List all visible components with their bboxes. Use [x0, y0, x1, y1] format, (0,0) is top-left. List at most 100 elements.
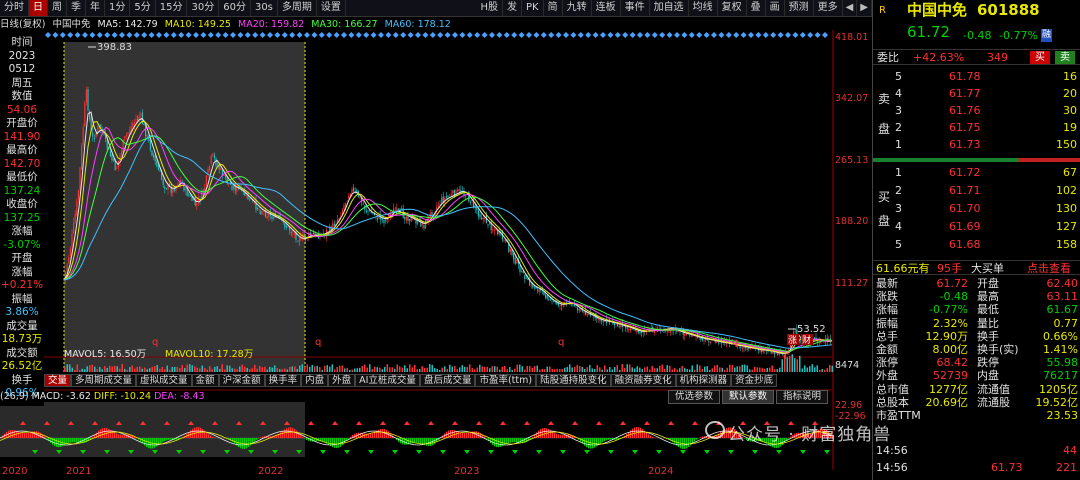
period-tab-12[interactable]: 设置	[317, 0, 346, 16]
indicator-tab-0[interactable]: 交量	[44, 374, 72, 387]
bid-row[interactable]: 2 61.71 102	[873, 184, 1080, 197]
period-tab-7[interactable]: 15分	[156, 0, 188, 16]
event-diamond	[45, 32, 51, 38]
volume-bar	[321, 369, 323, 372]
candle-body	[346, 200, 348, 202]
macd-value: MACD: -3.62	[31, 391, 91, 402]
big-order-link[interactable]: 点击查看	[1027, 262, 1071, 275]
ask-row[interactable]: 1 61.73 150	[873, 138, 1080, 151]
volume-bar	[96, 368, 98, 372]
arrow-left-icon[interactable]: ◀	[843, 0, 858, 16]
volume-bar	[179, 368, 181, 372]
volume-bar	[464, 366, 466, 372]
candle-body	[354, 190, 356, 192]
info-close: 137.25	[3, 211, 41, 224]
volume-bar	[789, 355, 791, 372]
info-amt-label: 成交额	[6, 346, 38, 359]
ask-row[interactable]: 4 61.77 20	[873, 87, 1080, 100]
toolbar-button-3[interactable]: 简	[544, 0, 563, 16]
bid-row[interactable]: 3 61.70 130	[873, 202, 1080, 215]
info-close-label: 收盘价	[6, 198, 38, 210]
macd-bar	[354, 433, 356, 438]
event-diamond	[304, 32, 310, 38]
period-tab-8[interactable]: 30分	[187, 0, 220, 16]
indicator-tab-11[interactable]: 陆股通持股变化	[536, 374, 611, 387]
period-tab-1[interactable]: 日	[29, 0, 48, 16]
year-label: 2024	[648, 466, 674, 477]
macd-bar	[514, 438, 516, 443]
volume-bar	[709, 369, 711, 372]
macd-bar	[694, 438, 696, 442]
period-tab-0[interactable]: 分时	[0, 0, 29, 16]
bid-row[interactable]: 1 61.72 67	[873, 166, 1080, 179]
volume-bar	[694, 369, 696, 372]
indicator-tab-8[interactable]: AI立桩成交量	[355, 374, 420, 387]
indicator-tab-2[interactable]: 虚拟成交量	[136, 374, 192, 387]
toolbar-button-6[interactable]: 事件	[621, 0, 650, 16]
period-tab-5[interactable]: 1分	[105, 0, 131, 16]
toolbar-button-1[interactable]: 发	[503, 0, 522, 16]
indicator-tab-4[interactable]: 沪深金额	[218, 374, 265, 387]
indicator-tab-12[interactable]: 融资融券变化	[610, 374, 676, 387]
volume-bar	[724, 369, 726, 372]
toolbar-button-12[interactable]: 预测	[785, 0, 814, 16]
indicator-tab-14[interactable]: 资金抄底	[731, 374, 778, 387]
bid-row[interactable]: 5 61.68 158	[873, 238, 1080, 251]
stat-row: 金额 8.00亿 换手(实) 1.41%	[873, 343, 1080, 356]
kline-chart[interactable]: 398.83 53.52 q q q q 涨财 MAVOL5: 16.50万 MAVOL10: …	[0, 30, 872, 480]
event-diamond	[755, 32, 762, 38]
macd-button-1[interactable]: 默认参数	[722, 390, 775, 404]
toolbar-button-7[interactable]: 加自选	[650, 0, 689, 16]
macd-bar	[58, 438, 60, 448]
macd-button-2[interactable]: 指标说明	[776, 390, 829, 404]
volume-bar	[286, 369, 288, 372]
candle-body	[396, 207, 398, 211]
period-tab-6[interactable]: 5分	[130, 0, 156, 16]
volume-bar	[599, 367, 601, 372]
event-diamond	[437, 32, 444, 38]
macd-bar	[304, 438, 306, 439]
indicator-tab-13[interactable]: 机构探测器	[675, 374, 732, 387]
period-tab-10[interactable]: 30s	[251, 0, 278, 16]
macd-bar	[340, 438, 342, 447]
event-diamond	[429, 32, 436, 38]
volume-bar	[566, 366, 568, 372]
toolbar-button-10[interactable]: 叠	[747, 0, 766, 16]
period-tab-4[interactable]: 年	[86, 0, 105, 16]
ask-row[interactable]: 3 61.76 30	[873, 104, 1080, 117]
toolbar-button-0[interactable]: H股	[476, 0, 503, 16]
period-tab-3[interactable]: 季	[67, 0, 86, 16]
indicator-tab-1[interactable]: 多周期成交量	[71, 374, 137, 387]
indicator-tab-9[interactable]: 盘后成交量	[419, 374, 476, 387]
arrow-right-icon[interactable]: ▶	[857, 0, 872, 16]
toolbar-button-4[interactable]: 九转	[563, 0, 592, 16]
toolbar-button-11[interactable]: 画	[766, 0, 785, 16]
candle-body	[209, 165, 211, 171]
macd-button-0[interactable]: 优选参数	[668, 390, 721, 404]
period-tab-2[interactable]: 周	[48, 0, 67, 16]
period-tab-11[interactable]: 多周期	[278, 0, 317, 16]
period-tab-9[interactable]: 60分	[219, 0, 251, 16]
toolbar-button-2[interactable]: PK	[522, 0, 544, 16]
volume-bar	[79, 369, 81, 372]
stat-value: -0.77%	[929, 303, 968, 317]
sell-button[interactable]: 卖	[1055, 51, 1075, 64]
toolbar-button-5[interactable]: 连板	[592, 0, 621, 16]
indicator-tab-5[interactable]: 换手率	[264, 374, 302, 387]
toolbar-button-8[interactable]: 均线	[689, 0, 718, 16]
indicator-tab-10[interactable]: 市盈率(ttm)	[475, 374, 537, 387]
volume-bar	[241, 364, 243, 372]
ask-row[interactable]: 2 61.75 19	[873, 121, 1080, 134]
volume-bar	[569, 364, 571, 372]
toolbar-button-13[interactable]: 更多	[814, 0, 843, 16]
toolbar-button-9[interactable]: 复权	[718, 0, 747, 16]
indicator-tab-7[interactable]: 外盘	[328, 374, 356, 387]
candle-body	[482, 217, 484, 220]
ask-row[interactable]: 5 61.78 16	[873, 70, 1080, 83]
bid-row[interactable]: 4 61.69 127	[873, 220, 1080, 233]
buy-button[interactable]: 买	[1030, 51, 1050, 64]
indicator-tab-6[interactable]: 内盘	[301, 374, 329, 387]
stat-value: 23.53	[1046, 409, 1079, 422]
stock-code: 601888	[977, 1, 1040, 19]
indicator-tab-3[interactable]: 金额	[191, 374, 219, 387]
